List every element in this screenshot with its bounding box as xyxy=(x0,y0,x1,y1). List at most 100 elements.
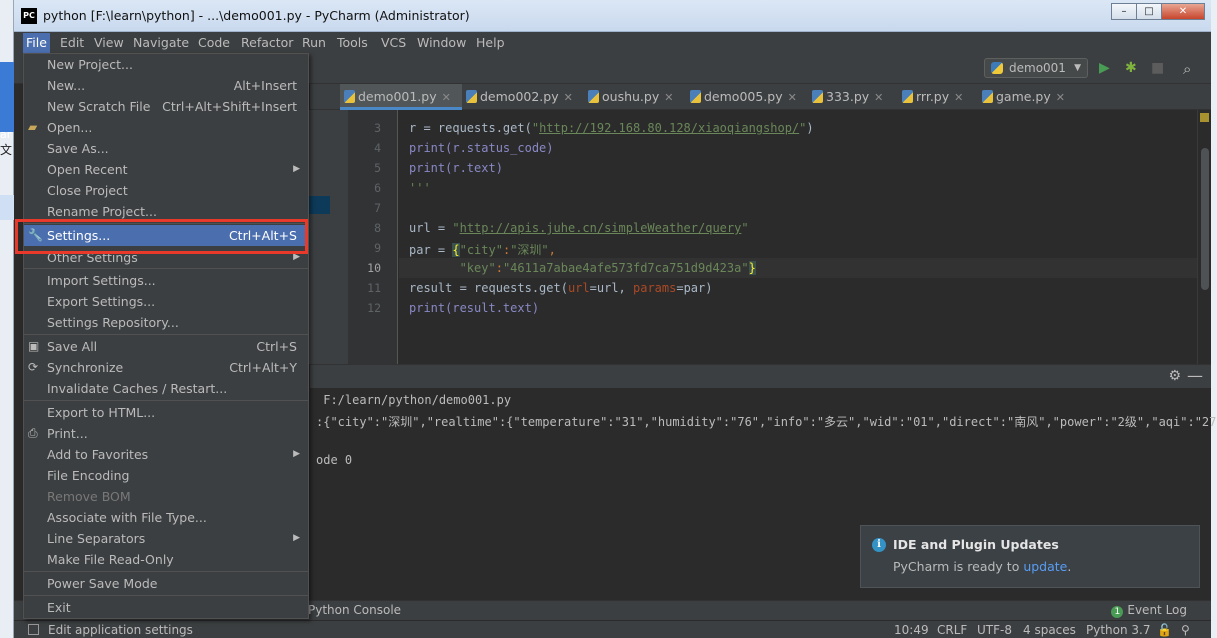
tab-demo001[interactable]: demo001.py ✕ xyxy=(340,84,462,110)
editor-tabs: demo001.py ✕ demo002.py ✕ oushu.py ✕ demo00… xyxy=(310,84,1211,110)
menu-vcs[interactable]: VCS xyxy=(381,35,406,50)
menu-item-close-project[interactable]: Close Project xyxy=(24,180,308,201)
menu-item-import-settings[interactable]: Import Settings... xyxy=(24,270,308,291)
tab-demo005[interactable]: demo005.py ✕ xyxy=(686,84,808,110)
line-number: 9 xyxy=(374,241,381,255)
menu-edit[interactable]: Edit xyxy=(60,35,84,50)
python-file-icon xyxy=(588,90,599,103)
close-tab-icon[interactable]: ✕ xyxy=(564,91,573,104)
tab-oushu[interactable]: oushu.py ✕ xyxy=(584,84,686,110)
menu-item-new[interactable]: New... Alt+Insert xyxy=(24,75,308,96)
code-line: url = "http://apis.juhe.cn/simpleWeather… xyxy=(409,221,749,235)
search-icon[interactable]: ⌕ xyxy=(1183,60,1191,78)
tab-game[interactable]: game.py ✕ xyxy=(978,84,1078,110)
maximize-button[interactable]: □ xyxy=(1136,3,1162,20)
caret-position[interactable]: 10:49 xyxy=(894,623,929,637)
menu-item-new-project[interactable]: New Project... xyxy=(24,54,308,75)
event-log-button[interactable]: 1 Event Log xyxy=(1111,603,1187,618)
menu-navigate[interactable]: Navigate xyxy=(133,35,189,50)
python-console-button[interactable]: Python Console xyxy=(308,603,401,617)
menu-file[interactable]: File xyxy=(23,33,50,53)
tab-demo002[interactable]: demo002.py ✕ xyxy=(462,84,584,110)
menu-item-power-save-mode[interactable]: Power Save Mode xyxy=(24,573,308,594)
menu-item-synchronize[interactable]: ⟳ Synchronize Ctrl+Alt+Y xyxy=(24,357,308,378)
chevron-down-icon: ▼ xyxy=(1074,63,1081,73)
menu-window[interactable]: Window xyxy=(417,35,466,50)
update-notification[interactable]: i IDE and Plugin Updates PyCharm is read… xyxy=(860,525,1200,588)
stop-icon[interactable]: ■ xyxy=(1151,60,1164,76)
menu-view[interactable]: View xyxy=(94,35,124,50)
line-number: 6 xyxy=(374,181,381,195)
menu-item-exit[interactable]: Exit xyxy=(24,597,308,618)
close-tab-icon[interactable]: ✕ xyxy=(442,91,451,104)
menu-item-export-settings[interactable]: Export Settings... xyxy=(24,291,308,312)
close-tab-icon[interactable]: ✕ xyxy=(1056,91,1065,104)
editor-scrollbar[interactable] xyxy=(1197,110,1211,364)
inspector-icon[interactable]: ⚲ xyxy=(1181,623,1190,637)
indent-setting[interactable]: 4 spaces xyxy=(1023,623,1076,637)
close-tab-icon[interactable]: ✕ xyxy=(874,91,883,104)
menu-code[interactable]: Code xyxy=(198,35,230,50)
line-separator[interactable]: CRLF xyxy=(937,623,967,637)
menu-item-export-html[interactable]: Export to HTML... xyxy=(24,402,308,423)
line-number: 12 xyxy=(367,301,381,315)
update-link[interactable]: update xyxy=(1023,559,1067,574)
close-tab-icon[interactable]: ✕ xyxy=(664,91,673,104)
tab-rrr[interactable]: rrr.py ✕ xyxy=(898,84,978,110)
debug-icon[interactable]: ✱ xyxy=(1125,60,1137,76)
menu-bar: File Edit View Navigate Code Refactor Ru… xyxy=(14,32,1211,54)
menu-item-save-as[interactable]: Save As... xyxy=(24,138,308,159)
tab-333[interactable]: 333.py ✕ xyxy=(808,84,898,110)
menu-run[interactable]: Run xyxy=(302,35,326,50)
interpreter-setting[interactable]: Python 3.7 xyxy=(1086,623,1151,637)
tab-label: demo005.py xyxy=(704,89,783,104)
scrollbar-thumb[interactable] xyxy=(1201,148,1209,290)
menu-item-open[interactable]: ▰ Open... xyxy=(24,117,308,138)
menu-item-save-all[interactable]: ▣ Save All Ctrl+S xyxy=(24,336,308,357)
toggle-tool-windows-icon[interactable] xyxy=(28,624,39,635)
close-tab-icon[interactable]: ✕ xyxy=(954,91,963,104)
run-configuration-selector[interactable]: demo001 ▼ xyxy=(984,58,1088,78)
status-message: Edit application settings xyxy=(48,623,193,637)
python-file-icon xyxy=(902,90,913,103)
minimize-button[interactable]: – xyxy=(1111,3,1137,20)
line-number: 11 xyxy=(367,281,381,295)
project-panel-edge xyxy=(308,110,348,364)
code-line: par = {"city":"深圳", xyxy=(409,243,556,257)
close-button[interactable]: ✕ xyxy=(1161,3,1205,20)
lock-icon[interactable]: 🔓 xyxy=(1157,623,1172,637)
menu-help[interactable]: Help xyxy=(476,35,505,50)
menu-item-line-separators[interactable]: Line Separators ▶ xyxy=(24,528,308,549)
info-icon: i xyxy=(872,538,886,552)
menu-separator xyxy=(24,334,308,335)
menu-item-associate-file-type[interactable]: Associate with File Type... xyxy=(24,507,308,528)
code-editor[interactable]: r = requests.get("http://192.168.80.128/… xyxy=(399,110,1211,364)
menu-item-make-read-only[interactable]: Make File Read-Only xyxy=(24,549,308,570)
run-icon[interactable]: ▶ xyxy=(1099,60,1110,76)
file-encoding[interactable]: UTF-8 xyxy=(977,623,1012,637)
tab-label: demo001.py xyxy=(358,89,437,104)
status-bar: Edit application settings 10:49 CRLF UTF… xyxy=(14,620,1211,638)
close-tab-icon[interactable]: ✕ xyxy=(788,91,797,104)
python-file-icon xyxy=(466,90,477,103)
line-number-gutter: 3 4 5 6 7 8 9 10 11 12 xyxy=(348,110,398,364)
menu-item-add-to-favorites[interactable]: Add to Favorites ▶ xyxy=(24,444,308,465)
gear-icon[interactable]: ⚙ xyxy=(1168,368,1181,384)
hide-panel-icon[interactable]: — xyxy=(1187,366,1203,385)
menu-item-open-recent[interactable]: Open Recent ▶ xyxy=(24,159,308,180)
menu-item-new-scratch-file[interactable]: New Scratch File Ctrl+Alt+Shift+Insert xyxy=(24,96,308,117)
line-number: 7 xyxy=(374,201,381,215)
desktop-fragment: ar xyxy=(0,62,14,141)
menu-item-file-encoding[interactable]: File Encoding xyxy=(24,465,308,486)
menu-refactor[interactable]: Refactor xyxy=(241,35,293,50)
console-line: :{"city":"深圳","realtime":{"temperature":… xyxy=(316,415,1217,429)
menu-tools[interactable]: Tools xyxy=(337,35,368,50)
notification-body: PyCharm is ready to update. xyxy=(893,559,1072,574)
code-line: "key":"4611a7abae4afe573fd7ca751d9d423a"… xyxy=(459,261,756,275)
menu-item-print[interactable]: ⎙ Print... xyxy=(24,423,308,444)
line-number: 8 xyxy=(374,221,381,235)
warning-marker-icon xyxy=(1200,113,1209,122)
menu-item-invalidate-caches[interactable]: Invalidate Caches / Restart... xyxy=(24,378,308,399)
tab-label: oushu.py xyxy=(602,89,660,104)
menu-item-settings-repository[interactable]: Settings Repository... xyxy=(24,312,308,333)
